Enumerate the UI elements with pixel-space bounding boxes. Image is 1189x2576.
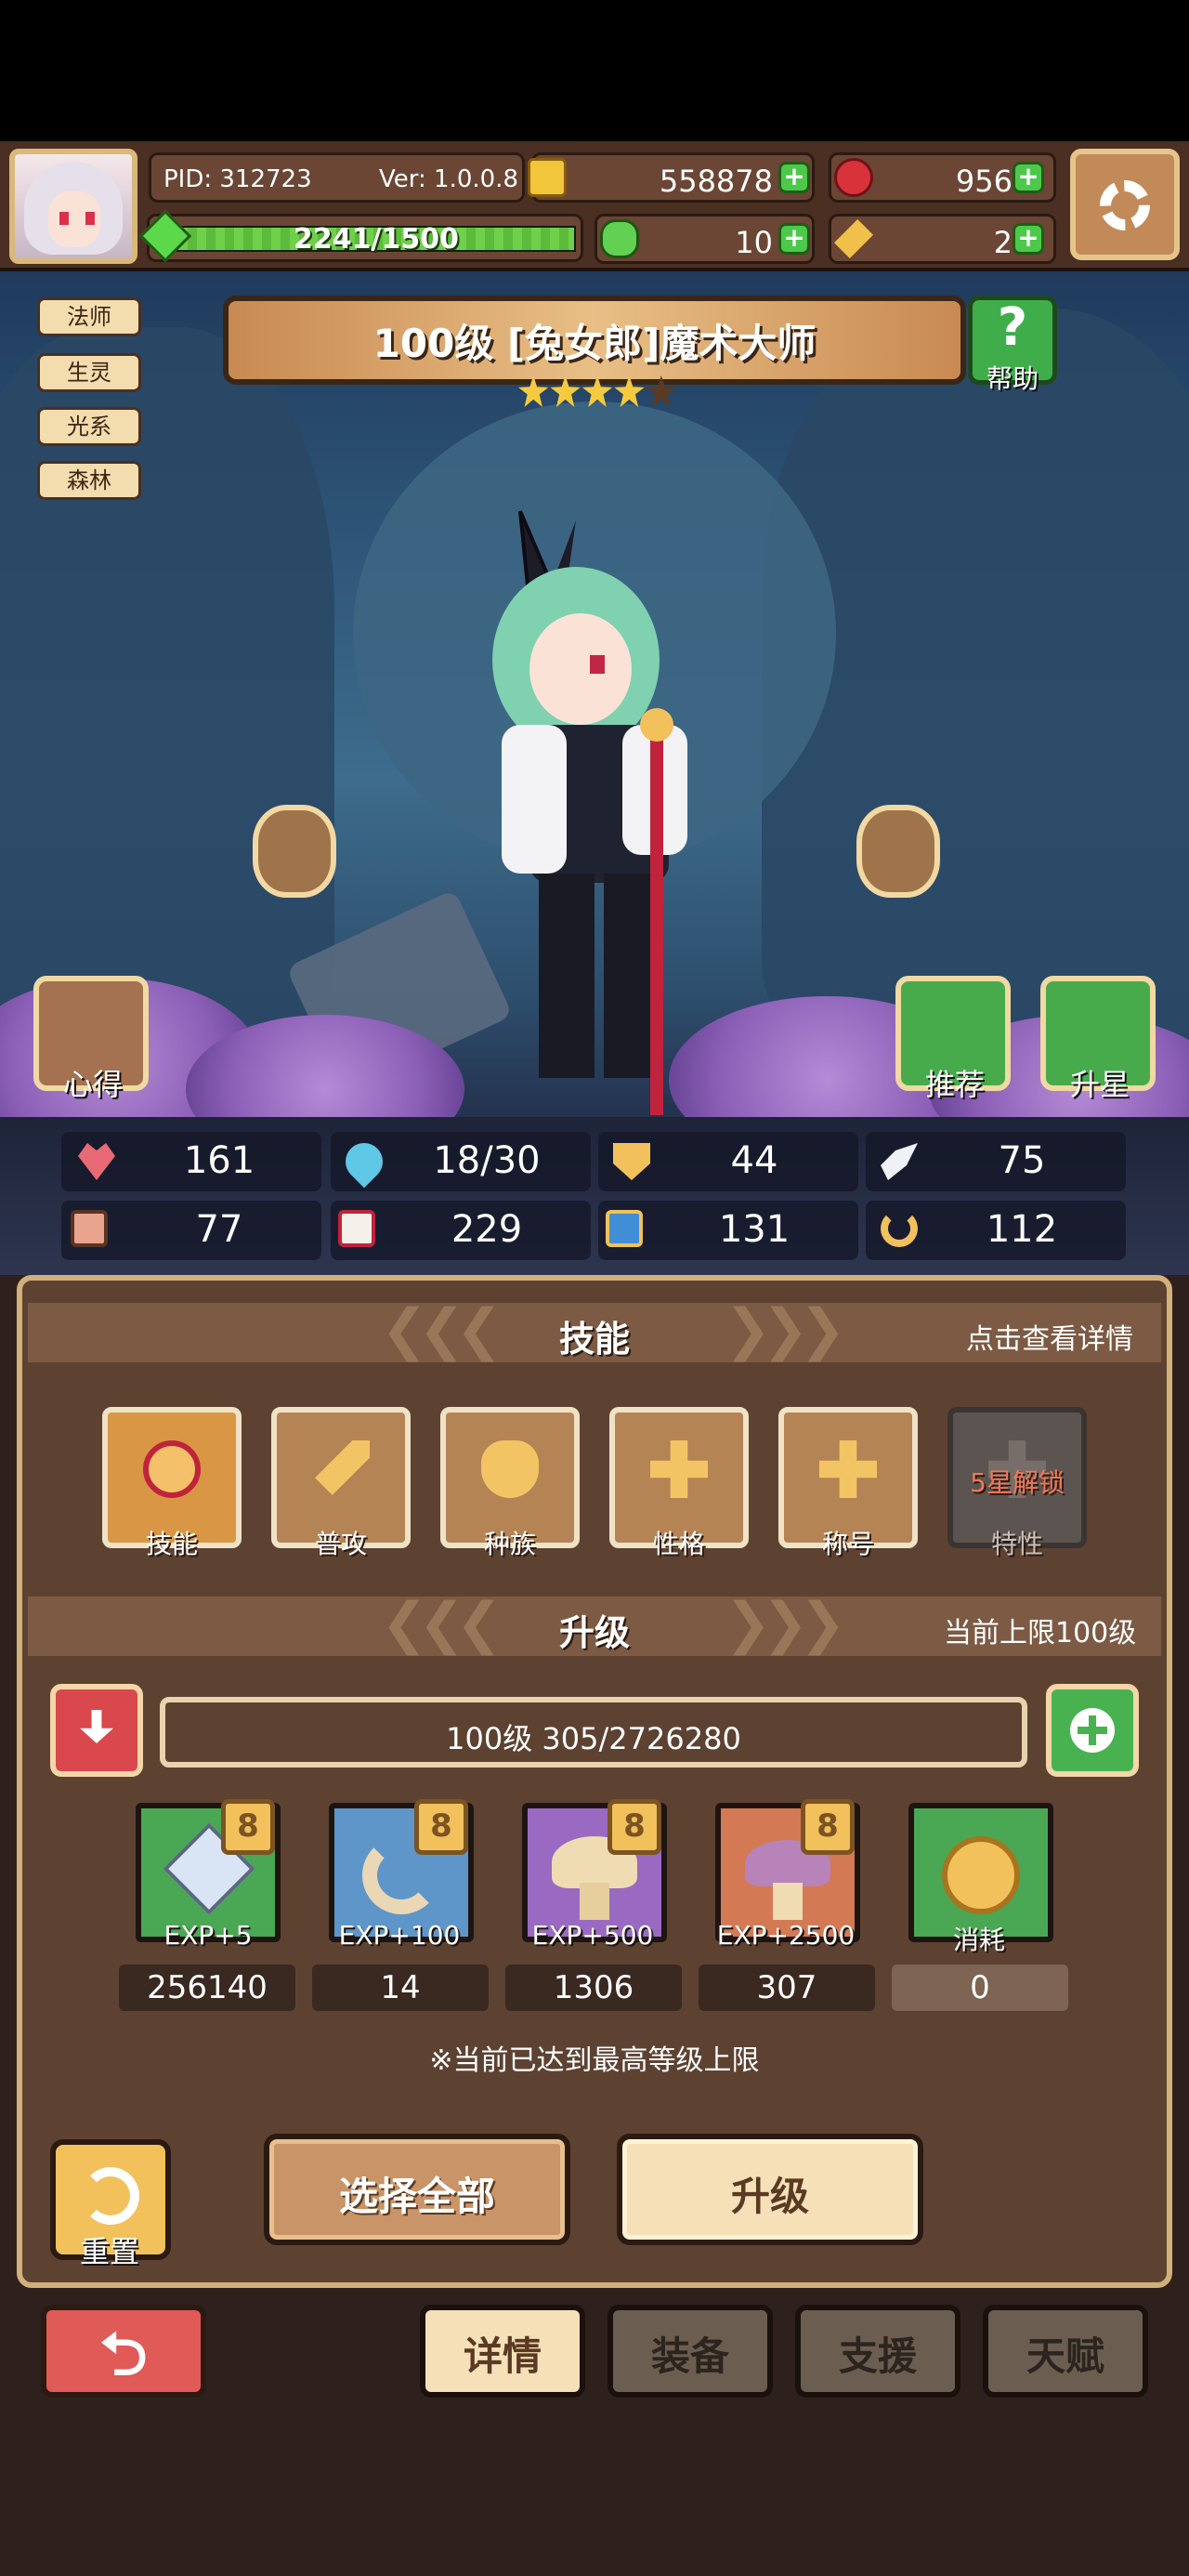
gold-coin-icon xyxy=(942,1836,1020,1914)
ruby-icon xyxy=(834,158,873,197)
stat-resist-value: 131 xyxy=(718,1208,790,1251)
stat-speed-value: 75 xyxy=(998,1139,1046,1182)
avatar-eye-right xyxy=(85,212,95,225)
add-ruby-button[interactable]: + xyxy=(1013,162,1044,193)
fist-icon xyxy=(71,1210,108,1247)
avatar-eye-left xyxy=(59,212,69,225)
player-avatar[interactable] xyxy=(9,149,137,264)
stat-defense-value: 44 xyxy=(730,1139,778,1182)
class-tag-forest: 森林 xyxy=(37,461,141,500)
stat-luck-value: 112 xyxy=(986,1208,1058,1251)
gold-amount: 558878 xyxy=(659,164,773,199)
skill-card-personality-label: 性格 xyxy=(652,1529,705,1559)
exp-item-purple-mushroom-count: 307 xyxy=(699,1965,875,2011)
gear-icon xyxy=(1100,180,1150,230)
level-progress-text: 100级 305/2726280 xyxy=(446,1721,741,1756)
add-exp-button[interactable] xyxy=(1046,1684,1139,1777)
gold-cost-label: 消耗 xyxy=(952,1925,1005,1955)
sword-icon xyxy=(315,1440,370,1495)
add-ticket-button[interactable]: + xyxy=(1013,223,1044,255)
gold-coin-icon xyxy=(528,158,567,197)
magic-staff-icon xyxy=(143,1440,201,1498)
level-down-button[interactable] xyxy=(50,1684,143,1777)
recommend-label: 推荐 xyxy=(924,1067,985,1102)
help-label: 帮助 xyxy=(986,363,1039,394)
plus-icon xyxy=(819,1440,877,1498)
exp-item-bone-count: 14 xyxy=(312,1965,489,2011)
star-empty-icon xyxy=(646,375,677,407)
star-icon xyxy=(614,375,645,407)
tab-details-label: 详情 xyxy=(463,2333,542,2379)
skill-card-title-label: 称号 xyxy=(821,1529,874,1559)
tab-equipment-label: 装备 xyxy=(650,2333,729,2379)
star-icon xyxy=(581,375,613,407)
stat-hp-value: 161 xyxy=(183,1139,255,1182)
hero-star-rating xyxy=(518,375,677,413)
player-exp-text: 2241/1500 xyxy=(294,223,459,256)
select-all-label: 选择全部 xyxy=(338,2174,495,2219)
clover-amount: 10 xyxy=(735,225,773,260)
tab-support-label: 支援 xyxy=(838,2333,917,2379)
add-clover-button[interactable]: + xyxy=(778,223,810,255)
skill-card-trait-label: 特性 xyxy=(990,1529,1043,1559)
stat-mana-value: 18/30 xyxy=(433,1139,541,1182)
reset-icon xyxy=(82,2167,139,2225)
exp-item-mushroom-count: 1306 xyxy=(505,1965,682,2011)
reset-label: 重置 xyxy=(79,2234,139,2269)
upgrade-label: 升级 xyxy=(730,2174,809,2219)
settings-button[interactable] xyxy=(1070,149,1180,260)
hero-title: 100级 [兔女郎]魔术大师 xyxy=(372,321,817,366)
gold-cost-count: 0 xyxy=(892,1965,1068,2011)
item-lock-badge: 8 xyxy=(801,1799,855,1855)
level-cap-hint: 当前上限100级 xyxy=(944,1617,1137,1649)
spellbook-icon xyxy=(338,1210,375,1247)
skill-card-skill-label: 技能 xyxy=(145,1529,198,1559)
tab-talent-label: 天赋 xyxy=(1026,2333,1104,2379)
clover-icon xyxy=(600,219,639,258)
insights-label: 心得 xyxy=(62,1067,123,1102)
item-lock-badge: 8 xyxy=(414,1799,468,1855)
item-lock-badge: 8 xyxy=(608,1799,661,1855)
class-tag-mage: 法师 xyxy=(37,297,141,336)
left-emblem-icon xyxy=(253,805,336,898)
exp-item-crystal-label: EXP+5 xyxy=(163,1920,253,1951)
max-level-notice: ※当前已达到最高等级上限 xyxy=(429,2044,760,2077)
star-icon xyxy=(518,375,549,407)
exp-item-mushroom-label: EXP+500 xyxy=(531,1920,654,1951)
plus-circle-icon xyxy=(1070,1708,1115,1753)
magic-shield-icon xyxy=(606,1210,643,1247)
skill-card-race-label: 种族 xyxy=(483,1529,536,1559)
ruby-amount: 956 xyxy=(955,164,1013,199)
player-id: PID: 312723 xyxy=(163,165,312,193)
back-arrow-icon: ⮌ xyxy=(99,2320,148,2389)
horseshoe-icon xyxy=(881,1210,918,1247)
skill-card-basic-attack-label: 普攻 xyxy=(314,1529,367,1559)
add-gold-button[interactable]: + xyxy=(778,162,810,193)
game-version: Ver: 1.0.0.8 xyxy=(379,165,518,193)
arrow-down-icon xyxy=(80,1710,113,1743)
right-emblem-icon xyxy=(856,805,940,898)
rabbit-icon xyxy=(481,1440,539,1498)
exp-item-crystal-count: 256140 xyxy=(119,1965,295,2011)
exp-item-purple-mushroom-label: EXP+2500 xyxy=(716,1920,856,1951)
plus-icon xyxy=(650,1440,708,1498)
star-icon xyxy=(550,375,581,407)
mushroom-stem xyxy=(773,1883,803,1920)
exp-item-bone-label: EXP+100 xyxy=(338,1920,461,1951)
ticket-amount: 2 xyxy=(993,225,1013,260)
class-tag-creature: 生灵 xyxy=(37,353,141,392)
hero-sprite xyxy=(492,510,687,1115)
class-tag-light: 光系 xyxy=(37,407,141,446)
stat-magic-value: 229 xyxy=(451,1208,523,1251)
trait-unlock-requirement: 5星解锁 xyxy=(970,1467,1065,1498)
item-lock-badge: 8 xyxy=(221,1799,275,1855)
help-icon: ? xyxy=(997,297,1028,358)
star-up-label: 升星 xyxy=(1069,1067,1130,1102)
mushroom-stem xyxy=(580,1883,609,1920)
top-letterbox xyxy=(0,0,1189,141)
skills-section-hint: 点击查看详情 xyxy=(966,1323,1133,1356)
stat-attack-value: 77 xyxy=(195,1208,243,1251)
